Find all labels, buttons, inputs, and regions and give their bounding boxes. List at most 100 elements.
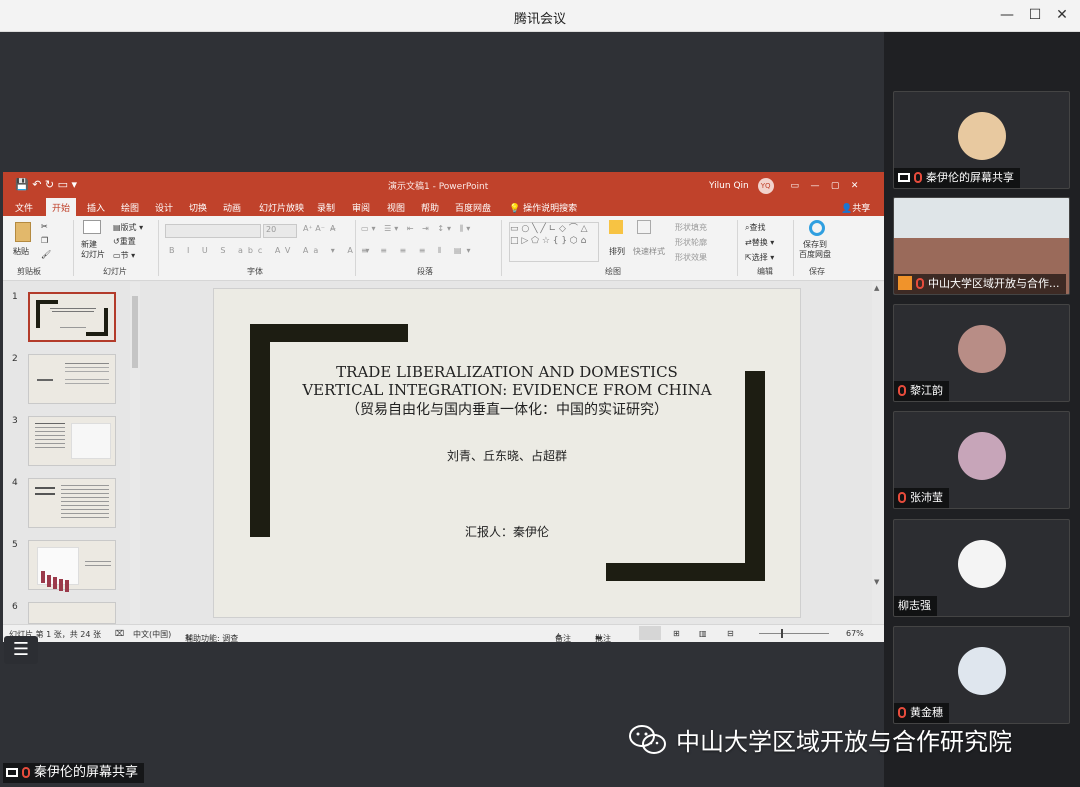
shape-fill-button[interactable]: 形状填充	[675, 222, 707, 233]
participant-tile[interactable]: 黎江韵	[893, 304, 1070, 402]
copy-icon[interactable]: ❐	[41, 236, 48, 245]
new-slide-button[interactable]: 新建 幻灯片	[81, 240, 105, 260]
quick-styles-button[interactable]: 快速样式	[633, 246, 665, 257]
thumbnail-scrollbar[interactable]	[130, 282, 140, 624]
new-slide-icon[interactable]	[83, 220, 101, 234]
zoom-slider-handle[interactable]	[781, 629, 783, 638]
tab-draw[interactable]: 绘图	[121, 201, 139, 214]
clipboard-group-label: 剪贴板	[17, 267, 41, 276]
normal-view-button[interactable]	[639, 626, 661, 640]
zoom-slider[interactable]	[759, 633, 829, 634]
slide-title-line1: TRADE LIBERALIZATION AND DOMESTICS	[336, 363, 678, 381]
font-size-buttons[interactable]: A⁺ A⁻ A̶	[303, 224, 336, 233]
save-to-baidu-button[interactable]: 保存到 百度网盘	[799, 240, 831, 260]
screen-share-label: 秦伊伦的屏幕共享	[3, 763, 145, 783]
font-style-buttons[interactable]: B I U S abc AV Aa ▾ A ▾	[169, 246, 374, 255]
zoom-level[interactable]: 67%	[846, 629, 864, 638]
slide-thumbnail[interactable]	[28, 354, 116, 404]
layout-button[interactable]: ▤版式 ▾	[113, 222, 143, 233]
slide-thumbnail[interactable]	[28, 602, 116, 624]
tab-review[interactable]: 审阅	[352, 201, 370, 214]
slide-title-line2: VERTICAL INTEGRATION: EVIDENCE FROM CHIN…	[302, 381, 712, 399]
participant-label: 秦伊伦的屏幕共享	[926, 171, 1014, 184]
shape-outline-button[interactable]: 形状轮廓	[675, 237, 707, 248]
avatar	[958, 432, 1006, 480]
slides-group-label: 幻灯片	[103, 267, 127, 276]
arrange-icon[interactable]	[609, 220, 623, 234]
tab-insert[interactable]: 插入	[87, 201, 105, 214]
tab-slideshow[interactable]: 幻灯片放映	[259, 201, 304, 214]
format-painter-icon[interactable]: 🖌	[41, 250, 51, 259]
tab-help[interactable]: 帮助	[421, 201, 439, 214]
user-account[interactable]: Yilun Qin YQ ▭ — ▢ ✕	[709, 178, 858, 194]
slide-canvas[interactable]: TRADE LIBERALIZATION AND DOMESTICS VERTI…	[213, 288, 801, 618]
tab-file[interactable]: 文件	[15, 201, 33, 214]
slide-scrollbar[interactable]: ▲ ▼	[872, 282, 884, 624]
font-name-box[interactable]	[165, 224, 261, 238]
replace-button[interactable]: ⇄替换 ▾	[745, 237, 774, 248]
slide-number: 2	[12, 354, 18, 364]
window-controls[interactable]: ▭ — ▢ ✕	[791, 181, 859, 191]
slide-thumbnails: 1 2 3 4 5 6	[3, 282, 140, 624]
baidu-cloud-icon[interactable]	[809, 220, 825, 236]
section-label: 节	[120, 251, 129, 260]
slideshow-view-icon[interactable]: ⊟	[727, 629, 734, 638]
section-button[interactable]: ▭节 ▾	[113, 250, 135, 261]
slide-thumbnail[interactable]	[28, 540, 116, 590]
avatar	[958, 540, 1006, 588]
avatar	[958, 647, 1006, 695]
slide-thumbnail[interactable]	[28, 416, 116, 466]
spellcheck-icon[interactable]: ⌧	[115, 629, 124, 638]
tab-transitions[interactable]: 切换	[189, 201, 207, 214]
slide-number: 5	[12, 540, 18, 550]
video-feed	[894, 198, 1069, 238]
share-button[interactable]: 👤共享	[841, 201, 870, 214]
participant-tile[interactable]: 柳志强	[893, 519, 1070, 617]
cut-icon[interactable]: ✂	[41, 222, 48, 231]
tab-design[interactable]: 设计	[155, 201, 173, 214]
document-title: 演示文稿1 - PowerPoint	[388, 182, 489, 192]
arrange-button[interactable]: 排列	[609, 246, 625, 257]
find-button[interactable]: ⌕查找	[745, 222, 765, 233]
participant-label: 黎江韵	[910, 384, 943, 397]
list-buttons[interactable]: ▭▾ ☰▾ ⇤ ⇥ ↕▾ ⫼▾	[361, 224, 473, 234]
participant-tile[interactable]: 中山大学区域开放与合作...	[893, 197, 1070, 295]
reading-view-icon[interactable]: ▥	[699, 629, 707, 638]
slide-sorter-view-icon[interactable]: ⊞	[673, 629, 680, 638]
drawing-group-label: 绘图	[605, 267, 621, 276]
close-button[interactable]: ✕	[1053, 6, 1071, 24]
mic-muted-icon	[914, 172, 922, 183]
participant-tile[interactable]: 张沛莹	[893, 411, 1070, 509]
slide-thumbnail[interactable]	[28, 292, 116, 342]
language-indicator[interactable]: 中文(中国)	[133, 629, 171, 640]
window-titlebar: 腾讯会议 — ☐ ✕	[0, 0, 1080, 32]
reset-button[interactable]: ↺重置	[113, 236, 136, 247]
participant-name: 柳志强	[894, 596, 937, 616]
maximize-button[interactable]: ☐	[1026, 6, 1044, 24]
tell-me-search[interactable]: 💡 操作说明搜索	[509, 201, 577, 214]
tab-baidu[interactable]: 百度网盘	[455, 201, 491, 214]
font-size-box[interactable]: 20	[263, 224, 297, 238]
align-buttons[interactable]: ≡ ≡ ≡ ≡ ⫴ ▤▾	[361, 246, 475, 256]
minimize-button[interactable]: —	[998, 6, 1016, 24]
slide-number: 1	[12, 292, 18, 302]
select-button[interactable]: ⇱选择 ▾	[745, 252, 774, 263]
shape-effects-button[interactable]: 形状效果	[675, 252, 707, 263]
participant-tile[interactable]: 黄金穗	[893, 626, 1070, 724]
mic-muted-icon	[916, 278, 924, 289]
replace-icon: ⇄	[745, 238, 752, 247]
paste-icon[interactable]	[15, 222, 31, 242]
quick-styles-icon[interactable]	[637, 220, 651, 234]
tab-home[interactable]: 开始	[46, 198, 77, 216]
slide-thumbnail[interactable]	[28, 478, 116, 528]
participant-tile[interactable]: 秦伊伦的屏幕共享	[893, 91, 1070, 189]
mic-muted-icon	[22, 767, 30, 778]
paste-button[interactable]: 粘贴	[13, 246, 29, 257]
tab-record[interactable]: 录制	[317, 201, 335, 214]
list-icon[interactable]: ☰	[4, 636, 38, 664]
tab-view[interactable]: 视图	[387, 201, 405, 214]
tab-animations[interactable]: 动画	[223, 201, 241, 214]
quick-access-toolbar[interactable]: 💾 ↶ ↻ ▭ ▾	[15, 178, 77, 191]
mic-muted-icon	[898, 492, 906, 503]
shapes-gallery[interactable]: ▭ ○ ╲ ╱ ∟ ◇ ⌒ △ □ ▷ ⬠ ☆ { } ⬡ ⌂	[509, 222, 599, 262]
